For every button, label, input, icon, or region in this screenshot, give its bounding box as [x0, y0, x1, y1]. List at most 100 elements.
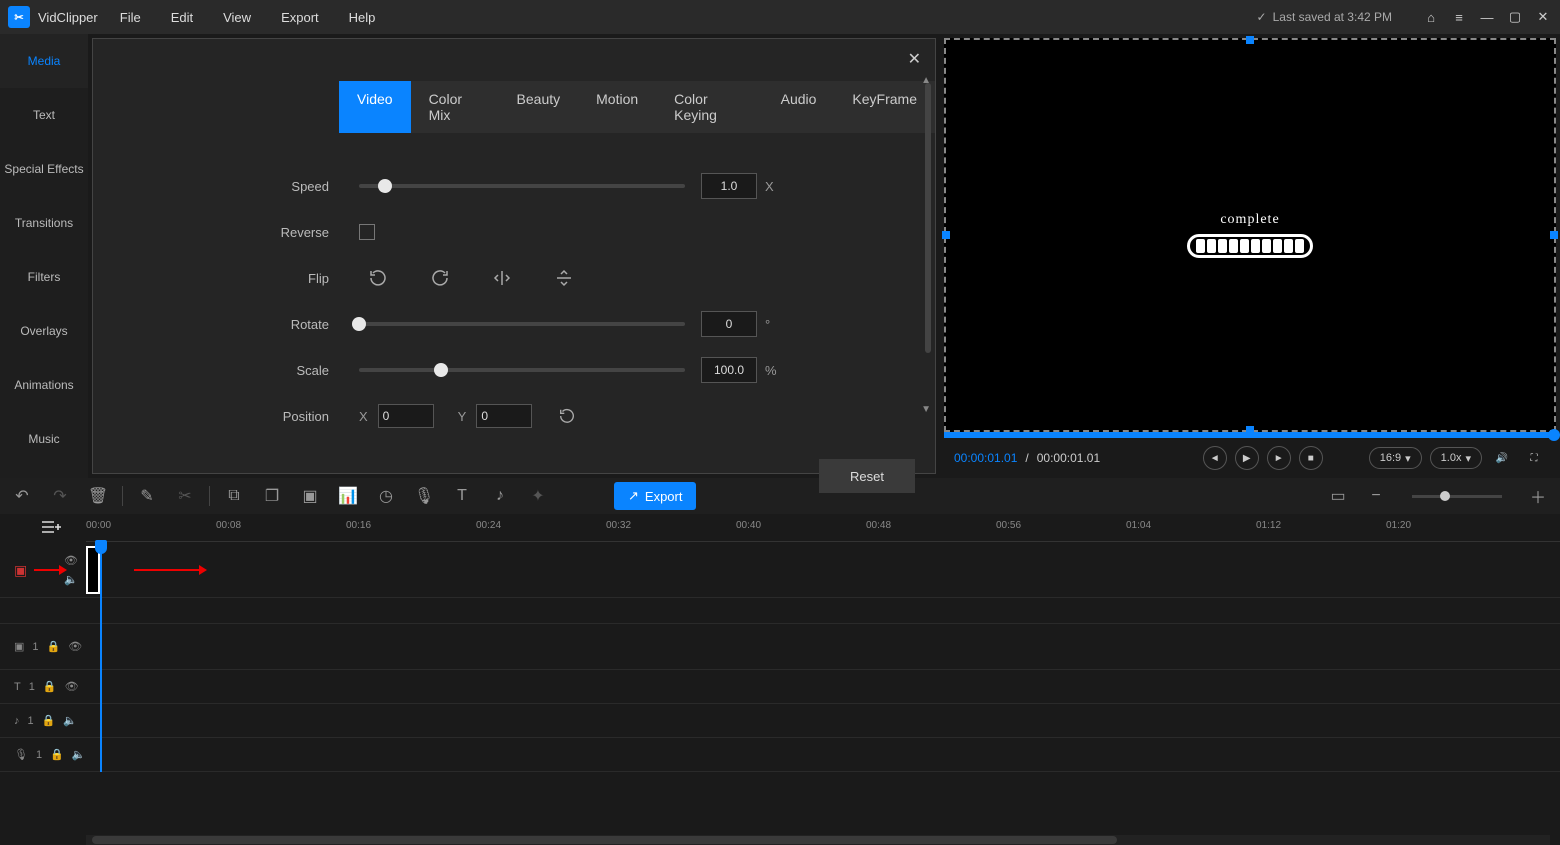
sidebar-item-special-effects[interactable]: Special Effects: [0, 142, 88, 196]
next-frame-icon[interactable]: ►: [1267, 446, 1291, 470]
play-icon[interactable]: ▶: [1235, 446, 1259, 470]
minimize-icon[interactable]: —: [1478, 10, 1496, 25]
preview-frame[interactable]: complete: [944, 38, 1556, 432]
scroll-up-icon[interactable]: ▲: [921, 75, 931, 86]
stop-icon[interactable]: ■: [1299, 446, 1323, 470]
playback-rate-dropdown[interactable]: 1.0x▾: [1430, 447, 1482, 469]
scale-input[interactable]: [701, 357, 757, 383]
lock-icon[interactable]: 🔒: [43, 680, 57, 693]
tab-motion[interactable]: Motion: [578, 81, 656, 133]
maximize-icon[interactable]: ▢: [1506, 9, 1524, 25]
lock-icon[interactable]: 🔒: [47, 640, 61, 653]
track-head-audio: ♪ 1 🔒 🔈: [0, 704, 86, 738]
sidebar-item-filters[interactable]: Filters: [0, 250, 88, 304]
reset-button[interactable]: Reset: [819, 459, 915, 493]
track-spacer: [86, 598, 1560, 624]
zoom-out-icon[interactable]: −: [1366, 486, 1386, 506]
speed-slider[interactable]: [359, 184, 685, 188]
sidebar-item-animations[interactable]: Animations: [0, 358, 88, 412]
zoom-slider[interactable]: [1412, 495, 1502, 498]
menu-file[interactable]: File: [120, 10, 141, 25]
pos-y-input[interactable]: [476, 404, 532, 428]
lock-icon[interactable]: 🔒: [50, 748, 64, 761]
sidebar-item-text[interactable]: Text: [0, 88, 88, 142]
resize-handle-left[interactable]: [942, 231, 950, 239]
close-panel-icon[interactable]: ✕: [908, 49, 921, 69]
timeline-ruler[interactable]: 00:00 00:08 00:16 00:24 00:32 00:40 00:4…: [86, 514, 1560, 542]
voice-track-icon: 🎙: [14, 748, 28, 761]
audio-track[interactable]: [86, 704, 1560, 738]
preview-text: complete: [1187, 212, 1313, 228]
reverse-checkbox[interactable]: [359, 224, 375, 240]
sidebar-item-transitions[interactable]: Transitions: [0, 196, 88, 250]
tab-beauty[interactable]: Beauty: [499, 81, 579, 133]
save-status-text: Last saved at 3:42 PM: [1273, 10, 1392, 24]
sidebar-item-media[interactable]: Media: [0, 34, 88, 88]
resize-handle-top[interactable]: [1246, 36, 1254, 44]
tab-keyframe[interactable]: KeyFrame: [834, 81, 935, 133]
scale-slider[interactable]: [359, 368, 685, 372]
ruler-mark: 00:08: [216, 520, 241, 531]
video-track[interactable]: [86, 542, 1560, 598]
aspect-ratio-dropdown[interactable]: 16:9▾: [1369, 447, 1422, 469]
prev-frame-icon[interactable]: ◄: [1203, 446, 1227, 470]
volume-icon[interactable]: 🔊: [1490, 446, 1514, 470]
reset-position-icon[interactable]: [556, 405, 578, 427]
text-track[interactable]: [86, 670, 1560, 704]
tab-audio[interactable]: Audio: [763, 81, 835, 133]
menu-view[interactable]: View: [223, 10, 251, 25]
audio-track-icon: ♪: [14, 715, 20, 727]
properties-panel: ✕ ▲ ▼ Video Color Mix Beauty Motion Colo…: [92, 38, 936, 474]
track-area[interactable]: [86, 542, 1560, 772]
preview-panel: complete 00:00:01.01 / 00:00:01.01 ◄ ▶ ►…: [940, 34, 1560, 478]
resize-handle-right[interactable]: [1550, 231, 1558, 239]
ruler-mark: 00:00: [86, 520, 111, 531]
menu-help[interactable]: Help: [349, 10, 376, 25]
timeline-scrollbar[interactable]: [86, 835, 1550, 845]
menu-edit[interactable]: Edit: [171, 10, 193, 25]
voice-track[interactable]: [86, 738, 1560, 772]
eye-icon[interactable]: 👁: [68, 640, 82, 653]
sidebar-item-overlays[interactable]: Overlays: [0, 304, 88, 358]
add-track-icon[interactable]: [40, 518, 62, 536]
progress-knob[interactable]: [1548, 429, 1560, 441]
scale-label: Scale: [263, 363, 359, 378]
app-name: VidClipper: [38, 10, 98, 25]
menu-export[interactable]: Export: [281, 10, 319, 25]
ruler-mark: 00:56: [996, 520, 1021, 531]
rotate-input[interactable]: [701, 311, 757, 337]
preview-progress[interactable]: [944, 432, 1556, 438]
eye-icon[interactable]: 👁: [65, 680, 79, 693]
ruler-mark: 01:04: [1126, 520, 1151, 531]
sidebar-item-music[interactable]: Music: [0, 412, 88, 466]
rotate-label: Rotate: [263, 317, 359, 332]
zoom-in-icon[interactable]: ＋: [1528, 486, 1548, 506]
rotate-slider[interactable]: [359, 322, 685, 326]
redo-icon[interactable]: ↷: [50, 486, 70, 506]
fit-icon[interactable]: ▭: [1328, 486, 1348, 506]
titlebar: ✂ VidClipper File Edit View Export Help …: [0, 0, 1560, 34]
rotate-cw-icon[interactable]: [429, 267, 451, 289]
home-icon[interactable]: ⌂: [1422, 10, 1440, 25]
tab-video[interactable]: Video: [339, 81, 411, 133]
lock-icon[interactable]: 🔒: [42, 714, 56, 727]
flip-horizontal-icon[interactable]: [491, 267, 513, 289]
close-window-icon[interactable]: ✕: [1534, 9, 1552, 25]
overlay-track[interactable]: [86, 624, 1560, 670]
rotate-ccw-icon[interactable]: [367, 267, 389, 289]
undo-icon[interactable]: ↶: [12, 486, 32, 506]
save-status: ✓ Last saved at 3:42 PM: [1257, 10, 1392, 24]
speaker-icon[interactable]: 🔈: [63, 714, 77, 727]
tab-color-mix[interactable]: Color Mix: [411, 81, 499, 133]
time-total: 00:00:01.01: [1037, 451, 1100, 465]
flip-vertical-icon[interactable]: [553, 267, 575, 289]
pos-y-label: Y: [458, 409, 467, 424]
fullscreen-icon[interactable]: ⛶: [1522, 446, 1546, 470]
pos-x-input[interactable]: [378, 404, 434, 428]
speed-input[interactable]: [701, 173, 757, 199]
speaker-icon[interactable]: 🔈: [72, 748, 86, 761]
tab-color-keying[interactable]: Color Keying: [656, 81, 762, 133]
hamburger-icon[interactable]: ≡: [1450, 10, 1468, 25]
track-number: 1: [28, 715, 34, 727]
playhead[interactable]: [100, 542, 102, 772]
